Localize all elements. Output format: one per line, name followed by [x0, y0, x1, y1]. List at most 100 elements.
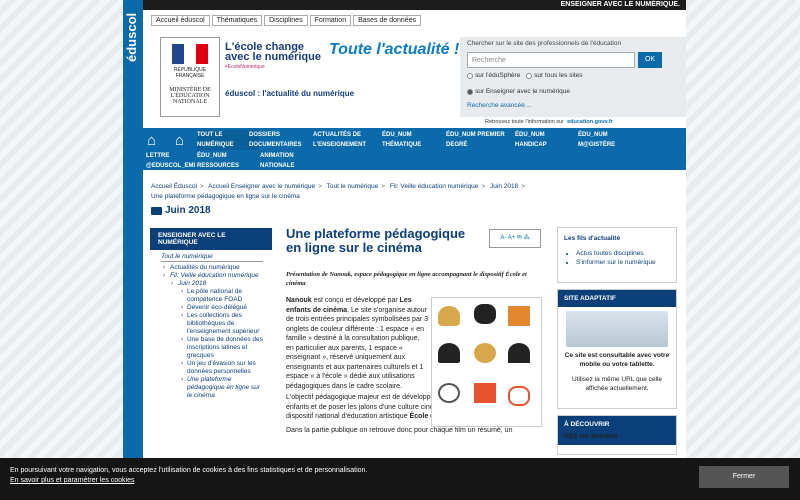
radio-label: sur Enseigner avec le numérique	[475, 88, 571, 95]
fire-icon	[474, 383, 496, 403]
nav-dossiers[interactable]: DOSSIERS DOCUMENTAIRES	[249, 130, 311, 150]
bicycle-icon	[508, 386, 530, 406]
site-tagline: éduscol : l'actualité du numérique	[225, 89, 355, 98]
topnav-bases[interactable]: Bases de données	[353, 15, 422, 26]
top-strip: ENSEIGNER AVEC LE NUMÉRIQUE.	[143, 0, 686, 10]
feed-link[interactable]: Actus toutes disciplines	[576, 249, 670, 258]
search-panel: Chercher sur le site des professionnels …	[460, 37, 686, 117]
section-title: Juin 2018	[151, 205, 211, 216]
search-ok-button[interactable]: OK	[638, 52, 662, 68]
eduscol-logo[interactable]: éduscol	[124, 6, 142, 68]
breadcrumb-sep: >	[521, 183, 526, 190]
french-flag-icon	[172, 44, 208, 64]
discover-title: À DÉCOUVRIR	[558, 416, 676, 433]
folder-icon	[151, 206, 162, 215]
breadcrumb-sep: >	[381, 183, 386, 190]
site-header: RÉPUBLIQUE FRANÇAISE MINISTÈRE DE L'ÉDUC…	[151, 32, 461, 118]
right-column: Les fils d'actualité Actus toutes discip…	[557, 227, 677, 461]
menu-item[interactable]: Une base de données des inscriptions lat…	[159, 336, 263, 360]
topnav-disciplines[interactable]: Disciplines	[264, 15, 308, 26]
education-gouv-link[interactable]: education.gouv.fr	[567, 119, 613, 125]
retrouvez-line: Retrouvez toute l'information sur educat…	[485, 119, 613, 125]
menu-item[interactable]: Le pôle national de compétence FOAD	[159, 288, 263, 304]
text-span: . Le site s'organise autour de trois ent…	[286, 306, 429, 390]
cookie-banner: En poursuivant votre navigation, vous ac…	[0, 458, 800, 500]
menu-item[interactable]: Devenir éco-délégué	[159, 304, 263, 312]
breadcrumb-sep: >	[199, 183, 204, 190]
nav-handicap[interactable]: ÉDU_NUM HANDICAP	[515, 130, 577, 150]
search-input[interactable]: Recherche	[467, 52, 635, 68]
feeds-list: Actus toutes disciplines S'informer sur …	[558, 247, 676, 272]
campaign-logo[interactable]: L'école change avec le numérique #EcoleNu…	[225, 42, 325, 72]
menu-item[interactable]: Actualités du numérique	[159, 264, 263, 272]
ministere-label: MINISTÈRE DE L'ÉDUCATION NATIONALE	[169, 87, 211, 105]
menu-item[interactable]: Les collections des bibliothèques de l'e…	[159, 312, 263, 336]
radio-edusphere[interactable]: sur l'éduSphère sur tous les sites	[467, 72, 583, 79]
left-menu-list: Tout le numérique Actualités du numériqu…	[150, 250, 272, 403]
radio-selected-icon	[467, 88, 473, 95]
menu-item[interactable]: Fil: Veille éducation numérique	[159, 272, 263, 280]
topnav-accueil[interactable]: Accueil éduscol	[151, 15, 210, 26]
nav-animation[interactable]: ANIMATION NATIONALE	[260, 151, 322, 171]
cookie-settings-link[interactable]: En savoir plus et paramétrer les cookies	[10, 477, 135, 484]
nav-magistere[interactable]: ÉDU_NUM M@GISTÈRE	[578, 130, 640, 150]
devices-image	[566, 311, 668, 347]
responsive-title: SITE ADAPTATIF	[558, 290, 676, 307]
home-icon[interactable]: ⌂	[175, 133, 191, 148]
rss-label[interactable]: RSS sur Netvibes :	[558, 433, 676, 445]
feeds-title: Les fils d'actualité	[564, 235, 621, 242]
article-tools[interactable]: A- A+ ✉ ⁂	[489, 229, 541, 248]
gamepad-icon	[474, 304, 496, 324]
radio-enseigner[interactable]: sur Enseigner avec le numérique	[467, 88, 570, 95]
search-label: Chercher sur le site des professionnels …	[467, 40, 622, 47]
nav-ressources[interactable]: ÉDU_NUM RESSOURCES	[197, 151, 259, 171]
breadcrumb-link[interactable]: Juin 2018	[490, 183, 518, 190]
article-illustration	[431, 297, 542, 427]
advanced-search-link[interactable]: Recherche avancée…	[467, 102, 531, 109]
home-icon[interactable]: ⌂	[147, 133, 163, 148]
breadcrumb: Accueil Éduscol > Accueil Enseigner avec …	[151, 182, 571, 202]
left-menu-subtitle[interactable]: Tout le numérique	[161, 253, 263, 262]
feed-link[interactable]: S'informer sur le numérique	[576, 258, 670, 267]
breadcrumb-sep: >	[318, 183, 322, 190]
toute-actualite-banner[interactable]: Toute l'actualité !	[329, 42, 459, 58]
news-feeds-box: Les fils d'actualité Actus toutes discip…	[557, 227, 677, 283]
menu-item[interactable]: Juin 2018	[159, 280, 263, 288]
republique-label: RÉPUBLIQUE FRANÇAISE	[173, 67, 207, 79]
nav-thematique[interactable]: ÉDU_NUM THÉMATIQUE	[382, 130, 444, 150]
radio-icon	[467, 72, 473, 79]
mustache-icon	[438, 306, 460, 326]
breadcrumb-link[interactable]: Tout le numérique	[327, 183, 379, 190]
breadcrumb-link[interactable]: Fil: Veille éducation numérique	[390, 183, 479, 190]
radio-label: sur l'éduSphère	[475, 72, 521, 79]
tent-icon	[508, 306, 530, 326]
responsive-text-bold: Ce site est consultable avec votre mobil…	[564, 352, 670, 368]
menu-item[interactable]: Un jeu d'évasion sur les données personn…	[159, 360, 263, 376]
brand-bar	[123, 0, 143, 500]
left-menu-header[interactable]: ENSEIGNER AVEC LE NUMÉRIQUE	[150, 228, 272, 250]
responsive-box: SITE ADAPTATIF Ce site est consultable a…	[557, 289, 677, 409]
topnav-thematiques[interactable]: Thématiques	[211, 15, 263, 26]
radio-icon	[526, 72, 533, 79]
topnav-formation[interactable]: Formation	[309, 15, 352, 26]
breadcrumb-sep: >	[481, 183, 486, 190]
menu-item-current[interactable]: Une plateforme pédagogique en ligne sur …	[159, 376, 263, 400]
hashtag: #EcoleNumerique	[225, 64, 265, 70]
breadcrumb-link[interactable]: Accueil Éduscol	[151, 183, 197, 190]
nav-actualites[interactable]: ACTUALITÉS DE L'ENSEIGNEMENT	[313, 130, 375, 150]
article-title: Une plateforme pédagogique en ligne sur …	[286, 226, 466, 255]
cookie-close-button[interactable]: Fermer	[699, 466, 789, 488]
nav-premier-degre[interactable]: ÉDU_NUM PREMIER DEGRÉ	[446, 130, 508, 150]
campaign-text: L'école change avec le numérique	[225, 41, 321, 63]
mask-icon	[438, 343, 460, 363]
radio-label: sur tous les sites	[534, 72, 583, 79]
top-nav: Accueil éduscol Thématiques Disciplines …	[151, 15, 422, 26]
breadcrumb-link[interactable]: Accueil Enseigner avec le numérique	[208, 183, 315, 190]
ministry-logo[interactable]: RÉPUBLIQUE FRANÇAISE MINISTÈRE DE L'ÉDUC…	[160, 37, 220, 117]
section-title-text: Juin 2018	[165, 205, 211, 216]
text-span: est conçu et développé par	[311, 297, 400, 304]
retrouvez-text: Retrouvez toute l'information sur	[485, 119, 565, 125]
article: Une plateforme pédagogique en ligne sur …	[286, 227, 546, 435]
lamp-icon	[474, 343, 496, 363]
breadcrumb-current: Une plateforme pédagogique en ligne sur …	[151, 193, 300, 200]
